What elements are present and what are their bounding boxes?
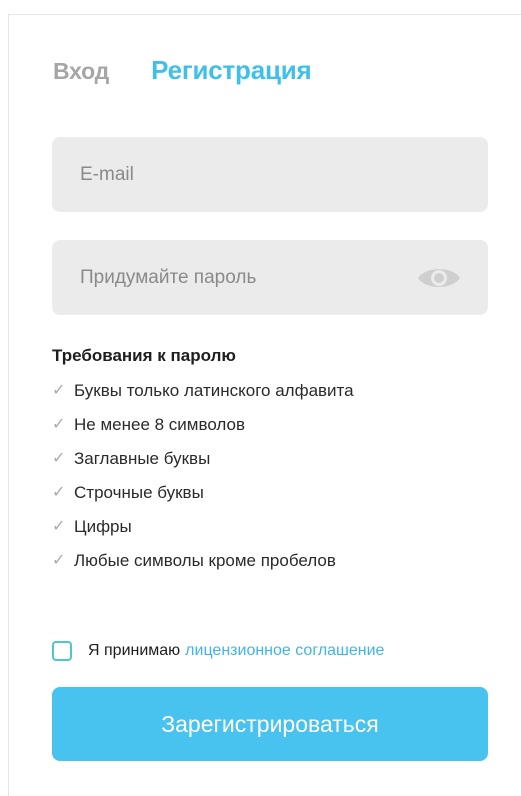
password-input[interactable] [78, 265, 416, 290]
check-icon: ✓ [52, 552, 66, 569]
requirement-item: ✓ Заглавные буквы [52, 442, 354, 476]
requirement-item: ✓ Любые символы кроме пробелов [52, 544, 354, 578]
tab-login[interactable]: Вход [53, 58, 109, 85]
license-agreement: Я принимаю лицензионное соглашение [52, 641, 384, 661]
agreement-text: Я принимаю [88, 642, 181, 659]
check-icon: ✓ [52, 518, 66, 535]
password-field-container [52, 240, 488, 315]
requirement-item: ✓ Строчные буквы [52, 476, 354, 510]
tab-register[interactable]: Регистрация [151, 55, 312, 86]
agreement-checkbox[interactable] [52, 641, 72, 661]
registration-card: Вход Регистрация Требования к паролю ✓ Б… [8, 14, 521, 796]
email-field-container [52, 137, 488, 212]
requirement-label: Буквы только латинского алфавита [74, 381, 354, 400]
check-icon: ✓ [52, 450, 66, 467]
license-link[interactable]: лицензионное соглашение [185, 642, 384, 660]
requirement-label: Не менее 8 символов [74, 415, 245, 434]
check-icon: ✓ [52, 382, 66, 399]
requirements-title: Требования к паролю [52, 346, 236, 365]
requirements-list: ✓ Буквы только латинского алфавита ✓ Не … [52, 374, 354, 578]
requirement-item: ✓ Цифры [52, 510, 354, 544]
check-icon: ✓ [52, 416, 66, 433]
requirement-item: ✓ Буквы только латинского алфавита [52, 374, 354, 408]
requirement-label: Строчные буквы [74, 483, 204, 502]
password-requirements: Требования к паролю ✓ Буквы только латин… [52, 346, 354, 578]
register-button[interactable]: Зарегистрироваться [52, 687, 488, 761]
requirement-label: Цифры [74, 517, 132, 536]
eye-icon[interactable] [416, 263, 462, 293]
requirement-label: Любые символы кроме пробелов [74, 551, 336, 570]
check-icon: ✓ [52, 484, 66, 501]
auth-tabs: Вход Регистрация [53, 55, 312, 86]
email-input[interactable] [78, 162, 462, 187]
requirement-item: ✓ Не менее 8 символов [52, 408, 354, 442]
requirement-label: Заглавные буквы [74, 449, 211, 468]
